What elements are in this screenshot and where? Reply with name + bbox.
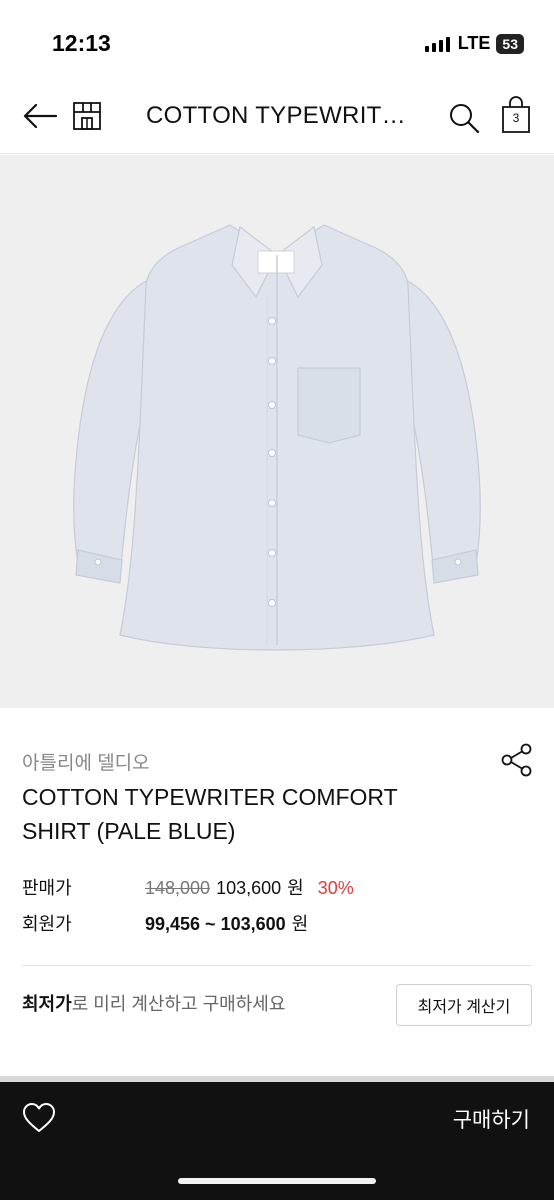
home-indicator <box>178 1178 376 1184</box>
network-type: LTE <box>457 33 491 53</box>
bottom-action-bar: 구매하기 <box>0 1082 554 1200</box>
back-arrow-icon[interactable] <box>22 100 58 132</box>
page-title: COTTON TYPEWRITER COMFORT SHIRT (PALE BL… <box>146 102 416 129</box>
heart-icon[interactable] <box>22 1102 56 1134</box>
store-home-icon[interactable] <box>72 100 102 132</box>
lowest-price-text: 로 미리 계산하고 구매하세요 <box>71 994 286 1014</box>
cart-count-badge: 3 <box>512 111 520 125</box>
product-name: COTTON TYPEWRITER COMFORT SHIRT (PALE BL… <box>22 784 398 844</box>
battery-icon: 53 <box>496 33 524 54</box>
sale-price-label: 판매가 <box>22 878 72 898</box>
member-price-label: 회원가 <box>22 914 72 934</box>
lowest-price-calculator-button[interactable]: 최저가 계산기 <box>396 984 532 1026</box>
product-image[interactable] <box>0 155 554 708</box>
shirt-illustration <box>73 224 481 651</box>
status-time: 12:13 <box>52 30 111 56</box>
share-icon[interactable] <box>500 742 534 778</box>
member-price-range: 99,456 ~ 103,600 <box>145 914 286 934</box>
member-currency-unit: 원 <box>291 914 309 934</box>
sale-price-row: 판매가 148,000 103,600 원 30% <box>22 874 354 900</box>
discount-rate: 30% <box>317 878 354 898</box>
status-indicators: LTE 53 <box>424 33 524 54</box>
divider <box>22 965 532 966</box>
buy-button[interactable]: 구매하기 <box>453 1104 530 1134</box>
search-icon[interactable] <box>448 102 480 134</box>
original-price: 148,000 <box>145 878 211 898</box>
signal-icon <box>424 36 450 52</box>
member-price-row: 회원가 99,456 ~ 103,600 원 <box>22 910 322 936</box>
app-header: COTTON TYPEWRITER COMFORT SHIRT (PALE BL… <box>0 80 554 154</box>
lowest-price-highlight: 최저가 <box>22 994 72 1014</box>
status-bar: 12:13 LTE 53 <box>0 0 554 80</box>
cart-button[interactable]: 3 <box>500 96 532 134</box>
currency-unit: 원 <box>287 878 304 898</box>
lowest-price-hint: 최저가로 미리 계산하고 구매하세요 <box>22 990 285 1016</box>
brand-name[interactable]: 아틀리에 델디오 <box>22 748 150 775</box>
sale-price: 103,600 <box>216 878 282 898</box>
